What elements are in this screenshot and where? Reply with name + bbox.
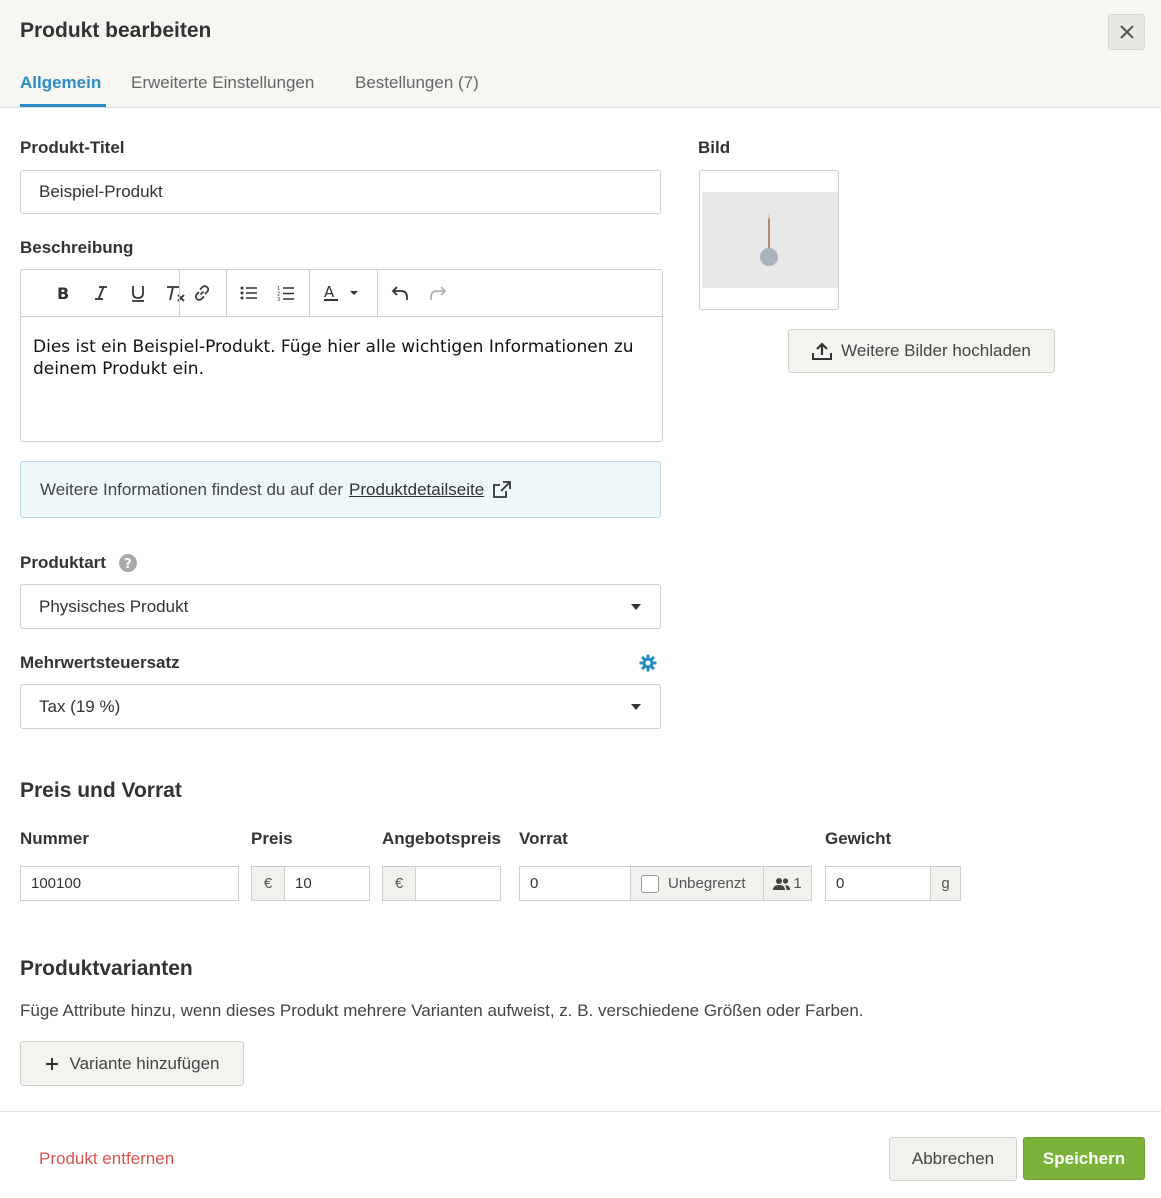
clear-format-icon: [167, 285, 185, 302]
upload-images-label: Weitere Bilder hochladen: [841, 341, 1031, 360]
upload-icon: [812, 342, 833, 360]
redo-button[interactable]: [426, 281, 450, 305]
external-link-icon[interactable]: [492, 480, 512, 499]
info-text: Weitere Informationen findest du auf der: [40, 479, 344, 499]
save-button[interactable]: Speichern: [1023, 1137, 1145, 1180]
svg-text:?: ?: [124, 557, 132, 572]
underline-icon: [132, 285, 144, 302]
gear-icon[interactable]: [639, 654, 657, 672]
product-detail-link[interactable]: Produktdetailseite: [349, 480, 484, 500]
svg-text:A: A: [324, 284, 335, 301]
stock-input[interactable]: 0: [519, 866, 631, 901]
help-icon[interactable]: ?: [119, 554, 137, 572]
title-input-value: Beispiel-Produkt: [39, 182, 163, 201]
sale-price-input[interactable]: [415, 866, 501, 901]
vat-value: Tax (19 %): [39, 696, 121, 716]
per-customer-limit[interactable]: 1: [763, 866, 812, 901]
svg-text:B: B: [57, 285, 69, 301]
title-label: Produkt-Titel: [20, 138, 125, 157]
variants-section-title: Produktvarianten: [20, 957, 193, 980]
vat-label: Mehrwertsteuersatz: [20, 653, 180, 672]
tab-bestellungen[interactable]: Bestellungen (7): [355, 73, 479, 93]
stock-label: Vorrat: [519, 829, 568, 848]
bullet-list-icon: [240, 286, 257, 300]
text-color-button[interactable]: A: [321, 281, 363, 305]
per-customer-value: 1: [793, 875, 802, 892]
redo-icon: [430, 286, 447, 300]
tab-allgemein[interactable]: Allgemein: [20, 73, 101, 93]
users-icon: [773, 877, 791, 890]
chevron-down-icon: [631, 603, 641, 610]
active-tab-indicator: [20, 104, 106, 107]
close-button[interactable]: [1108, 14, 1145, 50]
numbered-list-button[interactable]: 123: [274, 281, 298, 305]
modal-title: Produkt bearbeiten: [20, 19, 212, 42]
italic-icon: [95, 286, 107, 300]
editor-toolbar: B 123 A: [21, 270, 662, 317]
number-input[interactable]: 100100: [20, 866, 239, 901]
description-editor: B 123 A Dies ist ein Beispiel-Produkt. F…: [20, 269, 663, 442]
clear-format-button[interactable]: [164, 281, 188, 305]
upload-images-button[interactable]: Weitere Bilder hochladen: [788, 329, 1055, 373]
plus-icon: [45, 1057, 58, 1070]
unlimited-toggle[interactable]: Unbegrenzt: [630, 866, 764, 901]
vat-select[interactable]: Tax (19 %): [20, 684, 661, 729]
product-type-label: Produktart: [20, 553, 106, 572]
description-label: Beschreibung: [20, 238, 134, 257]
bold-button[interactable]: B: [51, 281, 75, 305]
image-label: Bild: [698, 138, 731, 157]
product-type-select[interactable]: Physisches Produkt: [20, 584, 661, 629]
add-variant-button[interactable]: Variante hinzufügen: [20, 1041, 244, 1086]
description-text[interactable]: Dies ist ein Beispiel-Produkt. Füge hier…: [33, 336, 653, 380]
price-label: Preis: [251, 829, 293, 848]
numbered-list-icon: 123: [277, 286, 294, 302]
weight-unit: g: [930, 866, 961, 901]
number-label: Nummer: [20, 829, 89, 848]
close-icon: [1119, 25, 1134, 39]
unlimited-checkbox[interactable]: [641, 874, 659, 893]
weight-label: Gewicht: [825, 829, 892, 848]
link-icon: [194, 285, 210, 301]
title-input[interactable]: Beispiel-Produkt: [20, 170, 661, 214]
weight-input[interactable]: 0: [825, 866, 931, 901]
chevron-down-icon: [631, 703, 641, 710]
product-image[interactable]: [699, 170, 839, 310]
text-color-icon: A: [324, 284, 358, 301]
italic-button[interactable]: [89, 281, 113, 305]
link-button[interactable]: [190, 281, 214, 305]
undo-icon: [391, 286, 408, 300]
pricing-section-title: Preis und Vorrat: [20, 779, 182, 802]
unlimited-label: Unbegrenzt: [668, 875, 746, 892]
add-variant-label: Variante hinzufügen: [69, 1053, 220, 1073]
product-photo: [702, 192, 838, 288]
variants-description: Füge Attribute hinzu, wenn dieses Produk…: [20, 1001, 864, 1020]
underline-button[interactable]: [126, 281, 150, 305]
tab-erweiterte-einstellungen[interactable]: Erweiterte Einstellungen: [131, 73, 314, 93]
footer-divider: [0, 1111, 1161, 1112]
price-input[interactable]: 10: [284, 866, 370, 901]
bold-icon: B: [57, 285, 69, 301]
undo-button[interactable]: [388, 281, 412, 305]
info-box: Weitere Informationen findest du auf der…: [20, 461, 661, 518]
price-currency: €: [251, 866, 285, 901]
bullet-list-button[interactable]: [237, 281, 261, 305]
product-type-value: Physisches Produkt: [39, 596, 189, 616]
sale-price-currency: €: [382, 866, 416, 901]
svg-text:3: 3: [277, 297, 280, 302]
modal-header: Produkt bearbeiten Allgemein Erweiterte …: [0, 0, 1161, 108]
remove-product-link[interactable]: Produkt entfernen: [39, 1149, 174, 1169]
sale-price-label: Angebotspreis: [382, 829, 502, 848]
cancel-button[interactable]: Abbrechen: [889, 1137, 1017, 1181]
